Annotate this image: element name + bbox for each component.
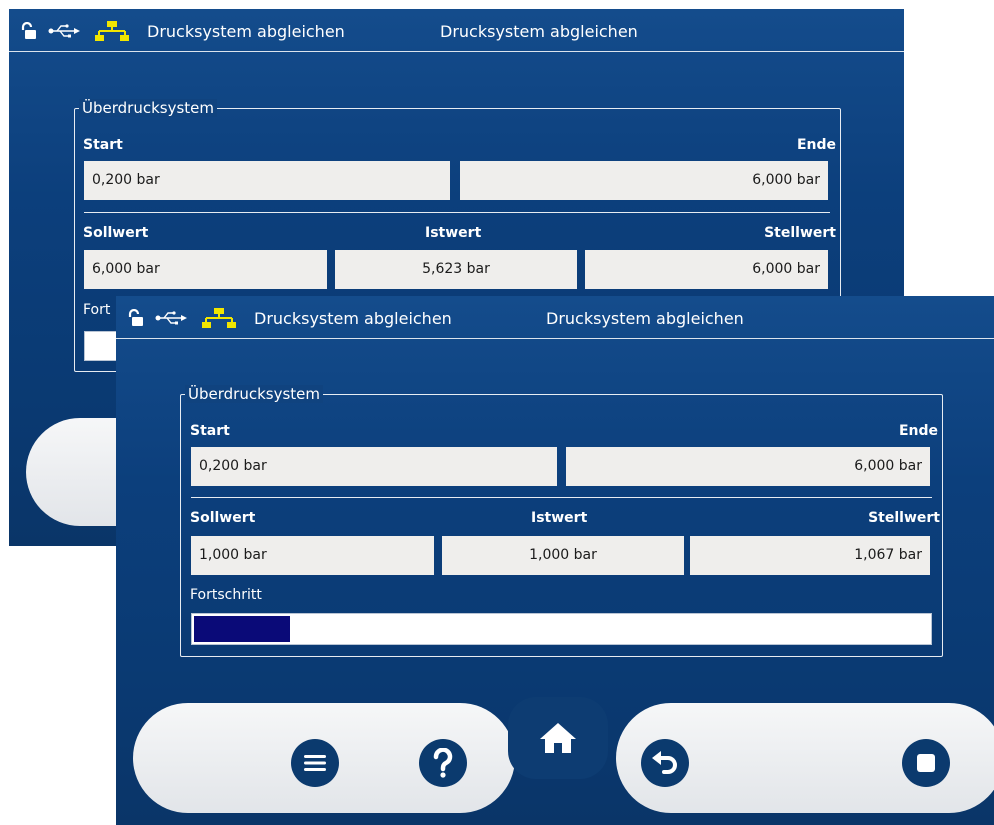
setpoint-value-field: 1,000 bar	[191, 536, 434, 575]
divider	[191, 497, 932, 498]
menu-button[interactable]	[291, 739, 339, 787]
actual-value-field: 5,623 bar	[335, 250, 577, 289]
setpoint-value-field: 6,000 bar	[84, 250, 327, 289]
unlocked-padlock-icon	[21, 22, 36, 39]
start-value-field: 0,200 bar	[191, 447, 557, 486]
status-bar: Drucksystem abgleichen Drucksystem abgle…	[116, 296, 994, 339]
usb-icon	[48, 24, 80, 38]
actual-value-field: 1,000 bar	[442, 536, 684, 575]
progress-label: Fortschritt	[190, 587, 262, 603]
output-label: Stellwert	[868, 510, 940, 526]
status-title-center: Drucksystem abgleichen	[546, 309, 744, 328]
end-value-field: 6,000 bar	[460, 161, 828, 200]
undo-icon	[652, 751, 677, 774]
group-legend: Überdrucksystem	[185, 385, 323, 403]
stop-icon	[917, 754, 935, 772]
network-icon	[202, 308, 236, 328]
end-label: Ende	[898, 423, 938, 439]
status-bar: Drucksystem abgleichen Drucksystem abgle…	[9, 9, 904, 52]
undo-button[interactable]	[641, 739, 689, 787]
end-value-field: 6,000 bar	[566, 447, 930, 486]
actual-label: Istwert	[425, 225, 482, 241]
setpoint-label: Sollwert	[190, 510, 256, 526]
unlocked-padlock-icon	[128, 309, 143, 326]
help-button[interactable]	[419, 739, 467, 787]
home-icon	[540, 723, 576, 753]
output-value-field: 6,000 bar	[585, 250, 828, 289]
status-title-left: Drucksystem abgleichen	[147, 22, 345, 41]
help-icon	[433, 748, 453, 778]
actual-label: Istwert	[531, 510, 588, 526]
start-value-field: 0,200 bar	[84, 161, 450, 200]
menu-icon	[304, 755, 326, 771]
end-label: Ende	[796, 137, 836, 153]
stop-button[interactable]	[902, 739, 950, 787]
usb-icon	[155, 311, 187, 325]
status-title-center: Drucksystem abgleichen	[440, 22, 638, 41]
output-value-field: 1,067 bar	[690, 536, 930, 575]
network-icon	[95, 21, 129, 41]
group-legend: Überdrucksystem	[79, 99, 217, 117]
start-label: Start	[190, 423, 230, 439]
start-label: Start	[83, 137, 123, 153]
progress-fill	[194, 616, 290, 642]
status-title-left: Drucksystem abgleichen	[254, 309, 452, 328]
divider	[84, 212, 830, 213]
progress-label: Fort	[83, 302, 111, 318]
output-label: Stellwert	[764, 225, 836, 241]
home-button[interactable]	[508, 697, 608, 779]
front-screen: Drucksystem abgleichen Drucksystem abgle…	[116, 296, 994, 825]
progress-bar	[191, 613, 932, 645]
pressure-system-group: Überdrucksystem Start Ende 0,200 bar 6,0…	[180, 385, 943, 657]
setpoint-label: Sollwert	[83, 225, 149, 241]
